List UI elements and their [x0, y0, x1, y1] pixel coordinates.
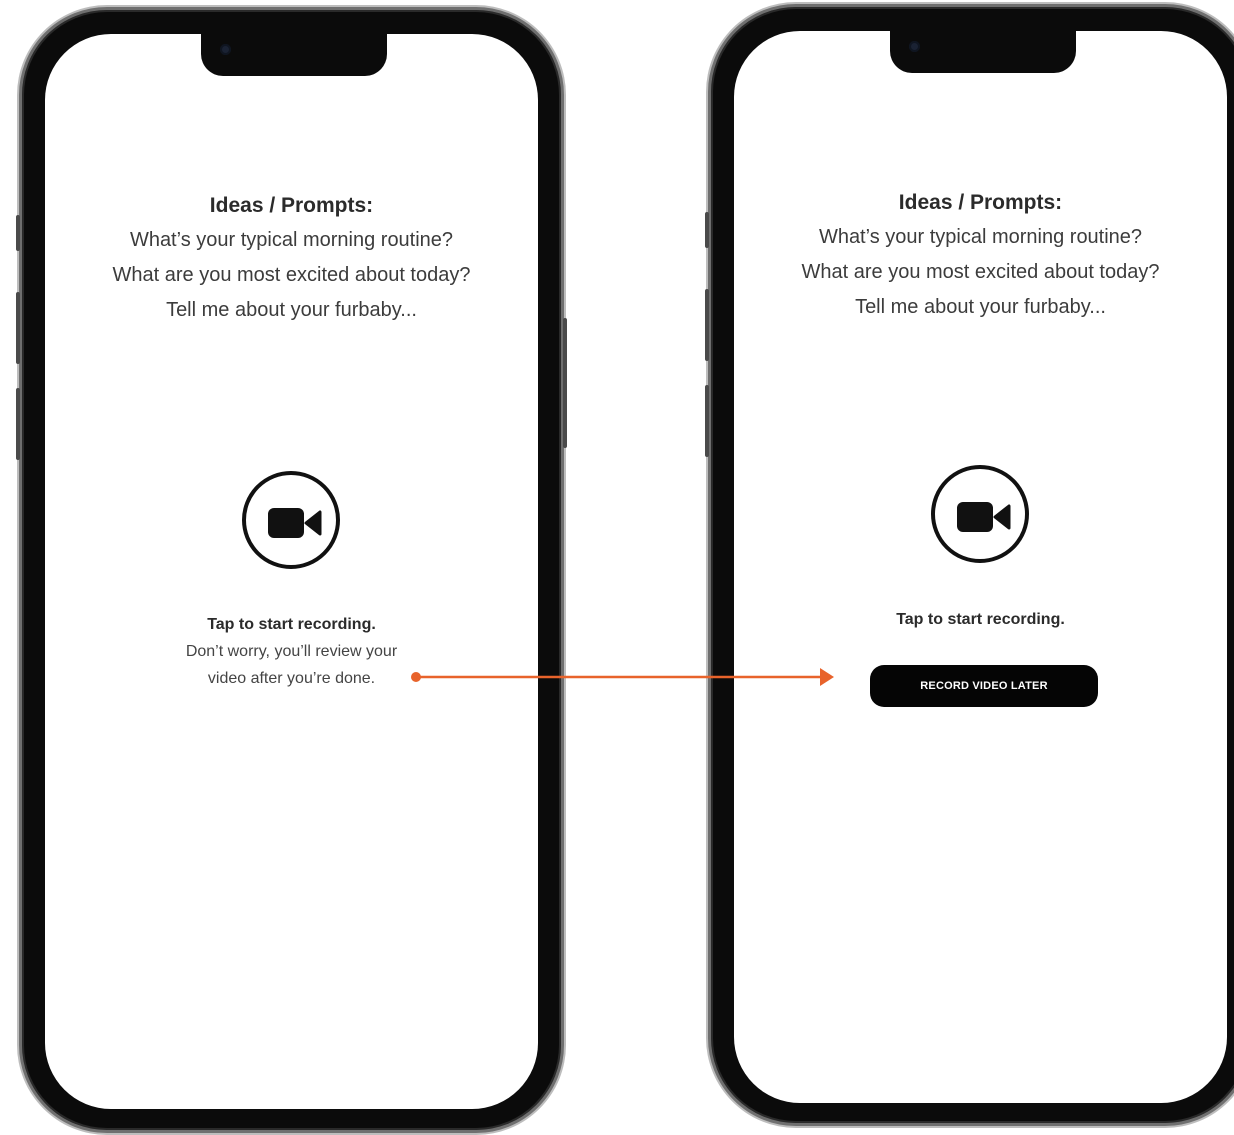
reassurance-text: Don’t worry, you’ll review your video af… [45, 638, 538, 692]
prompt-line: What are you most excited about today? [801, 261, 1160, 283]
video-camera-icon [268, 508, 322, 538]
prompts-title: Ideas / Prompts: [898, 191, 1063, 214]
tap-to-record-text: Tap to start recording. [207, 616, 376, 633]
mute-switch [705, 212, 709, 248]
volume-down-button [16, 388, 20, 460]
record-button[interactable] [931, 465, 1029, 563]
video-camera-icon [957, 502, 1011, 532]
reassurance-line: video after you’re done. [207, 670, 376, 687]
record-video-later-button[interactable]: RECORD VIDEO LATER [870, 665, 1098, 707]
front-camera-icon [220, 44, 231, 55]
notch [890, 31, 1076, 73]
screen-left: Ideas / Prompts: What’s your typical mor… [45, 34, 538, 1109]
reassurance-line: Don’t worry, you’ll review your [185, 643, 398, 660]
prompts-section: Ideas / Prompts: What’s your typical mor… [45, 188, 538, 328]
prompts-title: Ideas / Prompts: [209, 194, 374, 217]
volume-up-button [705, 289, 709, 361]
prompt-line: Tell me about your furbaby... [855, 296, 1106, 318]
mute-switch [16, 215, 20, 251]
volume-down-button [705, 385, 709, 457]
prompts-section: Ideas / Prompts: What’s your typical mor… [734, 185, 1227, 325]
front-camera-icon [909, 41, 920, 52]
notch [201, 34, 387, 76]
prompt-line: What are you most excited about today? [112, 264, 471, 286]
screen-right: Ideas / Prompts: What’s your typical mor… [734, 31, 1227, 1103]
phone-frame-left: Ideas / Prompts: What’s your typical mor… [16, 7, 567, 1133]
record-button[interactable] [242, 471, 340, 569]
tap-to-record-text: Tap to start recording. [896, 611, 1065, 628]
phone-frame-right: Ideas / Prompts: What’s your typical mor… [705, 4, 1234, 1126]
prompt-line: Tell me about your furbaby... [166, 299, 417, 321]
power-button [563, 318, 567, 448]
volume-up-button [16, 292, 20, 364]
prompt-line: What’s your typical morning routine? [129, 229, 454, 251]
prompt-line: What’s your typical morning routine? [818, 226, 1143, 248]
